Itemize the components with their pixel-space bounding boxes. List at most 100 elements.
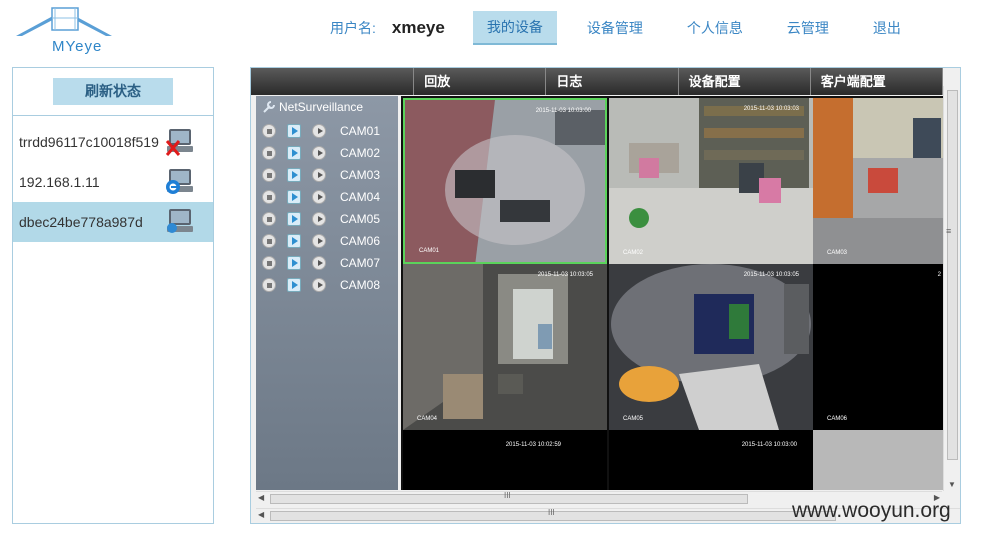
nav-personal-info[interactable]: 个人信息 xyxy=(673,12,757,44)
scroll-down-arrow-icon[interactable]: ▼ xyxy=(948,480,956,489)
refresh-status-button[interactable]: 刷新状态 xyxy=(53,78,173,105)
tab-device-config[interactable]: 设备配置 xyxy=(679,68,811,95)
nav-device-management[interactable]: 设备管理 xyxy=(573,12,657,44)
tabbar-spacer xyxy=(251,68,415,95)
camera-label: CAM06 xyxy=(340,234,381,248)
top-navigation: 用户名: xmeye 我的设备 设备管理 个人信息 云管理 退出 xyxy=(320,11,923,45)
vertical-scroll-grip: ≡ xyxy=(946,226,952,236)
camera-feed-image xyxy=(405,100,605,262)
open-stream-icon[interactable] xyxy=(312,190,326,204)
camera-label: CAM04 xyxy=(340,190,381,204)
nav-my-devices[interactable]: 我的设备 xyxy=(472,11,557,45)
open-stream-icon[interactable] xyxy=(312,124,326,138)
device-list: trrdd96117c10018f519b 192.168.1.11 xyxy=(13,122,213,242)
inner-scroll-grip: III xyxy=(504,491,511,500)
play-icon[interactable] xyxy=(287,278,301,292)
play-icon[interactable] xyxy=(287,146,301,160)
video-tile[interactable]: 2015-11-03 10:03:05 CAM05 xyxy=(609,264,813,430)
username-value: xmeye xyxy=(391,18,445,37)
viewer-frame: 回放 日志 设备配置 客户端配置 ≡ ▼ NetSurveillance CAM… xyxy=(250,67,961,524)
camera-label: CAM08 xyxy=(340,278,381,292)
play-icon[interactable] xyxy=(287,234,301,248)
camera-label: CAM07 xyxy=(340,256,381,270)
video-tile[interactable]: 2015-11-03 10:02:59 xyxy=(403,430,607,490)
open-stream-icon[interactable] xyxy=(312,234,326,248)
open-stream-icon[interactable] xyxy=(312,168,326,182)
stop-icon[interactable] xyxy=(262,124,276,138)
camera-row[interactable]: CAM07 xyxy=(262,254,380,272)
video-tile[interactable]: 2015-11-03 10:03:05 CAM04 xyxy=(403,264,607,430)
video-tile[interactable]: 2 CAM06 xyxy=(813,264,943,430)
device-name: trrdd96117c10018f519b xyxy=(19,134,179,150)
video-tile[interactable]: 2015-11-03 10:03:00 xyxy=(609,430,813,490)
nav-logout[interactable]: 退出 xyxy=(859,12,915,44)
stop-icon[interactable] xyxy=(262,278,276,292)
tile-timestamp: 2015-11-03 10:03:05 xyxy=(743,272,799,278)
tile-label: CAM04 xyxy=(417,416,438,422)
camera-row[interactable]: CAM01 xyxy=(262,122,380,140)
stop-icon[interactable] xyxy=(262,190,276,204)
play-icon[interactable] xyxy=(287,168,301,182)
computer-offline-icon xyxy=(165,129,193,156)
camera-row[interactable]: CAM08 xyxy=(262,276,380,294)
camera-feed-image xyxy=(609,264,813,430)
device-tree-root-label: NetSurveillance xyxy=(279,100,364,114)
camera-label: CAM02 xyxy=(340,146,381,160)
open-stream-icon[interactable] xyxy=(312,278,326,292)
outer-scroll-grip: III xyxy=(548,508,555,517)
play-icon[interactable] xyxy=(287,190,301,204)
tile-label: CAM05 xyxy=(623,416,644,422)
vertical-scroll-thumb[interactable] xyxy=(947,90,958,460)
device-tree-root[interactable]: NetSurveillance xyxy=(262,100,363,114)
play-icon[interactable] xyxy=(287,212,301,226)
camera-row[interactable]: CAM04 xyxy=(262,188,380,206)
device-item[interactable]: 192.168.1.11 xyxy=(13,162,213,202)
tile-timestamp: 2015-11-03 10:03:00 xyxy=(535,108,591,114)
camera-feed-image xyxy=(609,98,813,264)
viewer-tabbar: 回放 日志 设备配置 客户端配置 xyxy=(251,68,943,95)
open-stream-icon[interactable] xyxy=(312,256,326,270)
camera-label: CAM03 xyxy=(340,168,381,182)
username-label: 用户名: xyxy=(330,20,376,36)
refresh-bar: 刷新状态 xyxy=(13,68,213,116)
tab-client-config[interactable]: 客户端配置 xyxy=(811,68,943,95)
stop-icon[interactable] xyxy=(262,234,276,248)
scroll-left-arrow-icon[interactable]: ◀ xyxy=(258,510,264,519)
computer-icon xyxy=(167,209,193,233)
app-root: MYeye 用户名: xmeye 我的设备 设备管理 个人信息 云管理 退出 刷… xyxy=(0,0,998,540)
tab-log[interactable]: 日志 xyxy=(546,68,679,95)
computer-ie-icon xyxy=(166,169,193,194)
tab-playback[interactable]: 回放 xyxy=(414,68,547,95)
device-panel: 刷新状态 trrdd96117c10018f519b 192.168.1.11 xyxy=(12,67,214,524)
open-stream-icon[interactable] xyxy=(312,146,326,160)
camera-feed-image xyxy=(813,98,943,264)
camera-row[interactable]: CAM03 xyxy=(262,166,380,184)
tile-label: CAM06 xyxy=(827,416,848,422)
stop-icon[interactable] xyxy=(262,256,276,270)
video-tile[interactable]: 2015-11-03 10:03:03 CAM02 xyxy=(609,98,813,264)
tile-timestamp: 2015-11-03 10:03:00 xyxy=(741,442,797,448)
camera-tree: NetSurveillance CAM01 CAM02 CAM03 CAM04 CAM0… xyxy=(256,96,398,490)
tile-timestamp: 2015-11-03 10:03:05 xyxy=(537,272,593,278)
logo: MYeye xyxy=(14,4,114,55)
stop-icon[interactable] xyxy=(262,168,276,182)
vertical-scrollbar[interactable]: ≡ ▼ xyxy=(943,86,960,491)
open-stream-icon[interactable] xyxy=(312,212,326,226)
play-icon[interactable] xyxy=(287,124,301,138)
tile-timestamp: 2015-11-03 10:02:59 xyxy=(505,442,561,448)
scroll-left-arrow-icon[interactable]: ◀ xyxy=(258,493,264,502)
device-item-selected[interactable]: dbec24be778a987d xyxy=(13,202,213,242)
camera-label: CAM01 xyxy=(340,124,381,138)
nav-cloud-management[interactable]: 云管理 xyxy=(773,12,843,44)
stop-icon[interactable] xyxy=(262,146,276,160)
watermark-text: www.wooyun.org xyxy=(792,499,951,522)
device-item[interactable]: trrdd96117c10018f519b xyxy=(13,122,213,162)
video-tile[interactable]: CAM03 xyxy=(813,98,943,264)
camera-row[interactable]: CAM02 xyxy=(262,144,380,162)
stop-icon[interactable] xyxy=(262,212,276,226)
camera-row[interactable]: CAM06 xyxy=(262,232,380,250)
camera-row[interactable]: CAM05 xyxy=(262,210,380,228)
play-icon[interactable] xyxy=(287,256,301,270)
video-tile[interactable]: 2015-11-03 10:03:00 CAM01 xyxy=(403,98,607,264)
video-tile-empty[interactable] xyxy=(813,430,943,490)
